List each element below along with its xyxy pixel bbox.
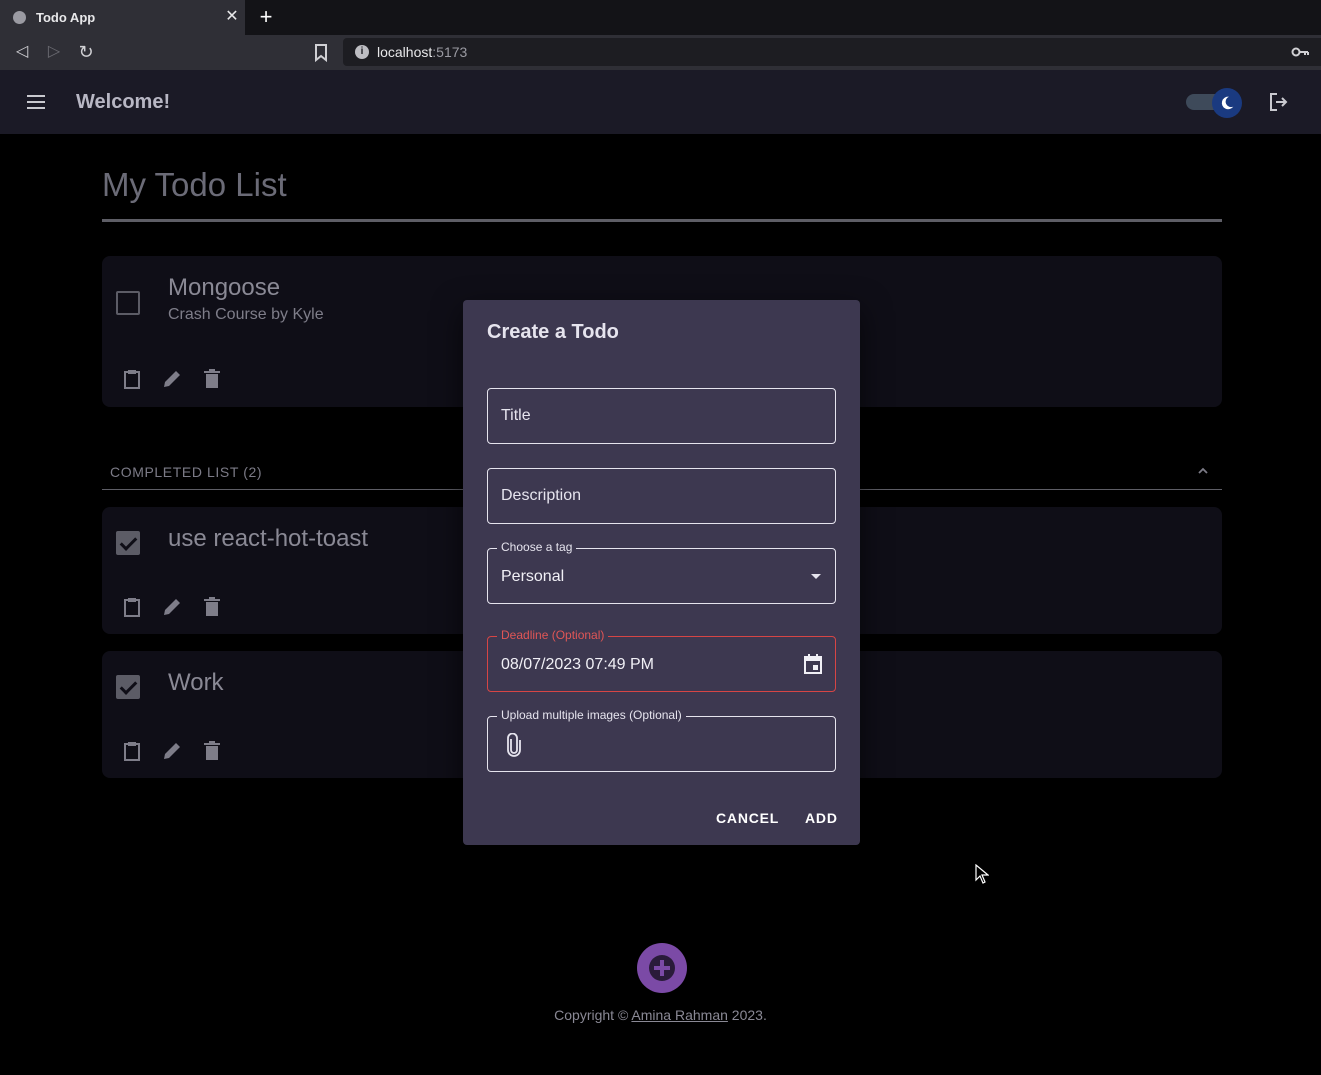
calendar-icon[interactable] bbox=[803, 653, 823, 675]
bookmark-icon[interactable] bbox=[309, 39, 333, 65]
title-placeholder: Title bbox=[501, 407, 531, 424]
mouse-cursor-icon bbox=[975, 864, 989, 884]
welcome-text: Welcome! bbox=[76, 91, 171, 113]
deadline-input[interactable]: Deadline (Optional) 08/07/2023 07:49 PM bbox=[487, 628, 836, 692]
browser-toolbar: ◁ ▷ ↻ i localhost:5173 bbox=[0, 35, 1321, 70]
tab-close-icon[interactable]: ✕ bbox=[222, 6, 242, 26]
paperclip-icon[interactable] bbox=[504, 733, 524, 757]
url-text: localhost:5173 bbox=[377, 44, 467, 60]
tab-title: Todo App bbox=[36, 10, 96, 25]
cancel-button[interactable]: CANCEL bbox=[716, 810, 779, 826]
footer: Copyright © Amina Rahman 2023. bbox=[0, 1007, 1321, 1023]
dialog-title: Create a Todo bbox=[487, 321, 619, 343]
title-divider bbox=[102, 219, 1222, 222]
todo-title: Work bbox=[168, 669, 224, 696]
globe-icon bbox=[13, 11, 26, 24]
tag-value: Personal bbox=[501, 568, 565, 585]
delete-icon[interactable] bbox=[200, 739, 224, 763]
todo-title: Mongoose bbox=[168, 274, 281, 301]
delete-icon[interactable] bbox=[200, 367, 224, 391]
forward-button[interactable]: ▷ bbox=[41, 39, 67, 65]
theme-toggle[interactable] bbox=[1186, 88, 1246, 118]
key-icon[interactable] bbox=[1291, 44, 1309, 60]
todo-title: use react-hot-toast bbox=[168, 525, 369, 552]
deadline-value: 08/07/2023 07:49 PM bbox=[501, 656, 655, 673]
todo-description: Crash Course by Kyle bbox=[168, 306, 324, 323]
clipboard-icon[interactable] bbox=[120, 367, 144, 391]
description-input[interactable]: Description bbox=[487, 468, 836, 524]
caret-down-icon bbox=[811, 574, 821, 579]
clipboard-icon[interactable] bbox=[120, 739, 144, 763]
edit-icon[interactable] bbox=[160, 739, 184, 763]
reload-button[interactable]: ↻ bbox=[73, 39, 99, 65]
todo-actions bbox=[120, 739, 224, 763]
site-info-icon[interactable]: i bbox=[355, 45, 369, 59]
browser-tab[interactable]: Todo App ✕ bbox=[0, 0, 245, 35]
image-upload-input[interactable]: Upload multiple images (Optional) bbox=[487, 708, 836, 772]
todo-checkbox-checked[interactable] bbox=[116, 531, 140, 555]
deadline-label: Deadline (Optional) bbox=[497, 628, 609, 642]
author-link[interactable]: Amina Rahman bbox=[631, 1007, 728, 1023]
page-title: My Todo List bbox=[102, 166, 287, 203]
footer-prefix: Copyright © bbox=[554, 1007, 632, 1023]
app-bar: Welcome! bbox=[0, 70, 1321, 134]
completed-list-label: COMPLETED LIST (2) bbox=[110, 464, 263, 480]
edit-icon[interactable] bbox=[160, 367, 184, 391]
title-input[interactable]: Title bbox=[487, 388, 836, 444]
chevron-up-icon[interactable] bbox=[1194, 462, 1212, 480]
todo-checkbox-checked[interactable] bbox=[116, 675, 140, 699]
browser-tab-strip: Todo App ✕ + bbox=[0, 0, 1321, 35]
logout-icon[interactable] bbox=[1266, 90, 1290, 114]
todo-actions bbox=[120, 595, 224, 619]
edit-icon[interactable] bbox=[160, 595, 184, 619]
upload-label: Upload multiple images (Optional) bbox=[497, 708, 686, 722]
plus-icon bbox=[649, 955, 675, 981]
todo-actions bbox=[120, 367, 224, 391]
moon-icon bbox=[1212, 88, 1242, 118]
new-tab-button[interactable]: + bbox=[255, 5, 277, 29]
footer-suffix: 2023. bbox=[727, 1007, 767, 1023]
todo-checkbox[interactable] bbox=[116, 291, 140, 315]
delete-icon[interactable] bbox=[200, 595, 224, 619]
url-host: localhost bbox=[377, 44, 433, 60]
url-bar[interactable]: i localhost:5173 bbox=[343, 38, 1321, 66]
tag-label: Choose a tag bbox=[497, 540, 577, 554]
url-port: :5173 bbox=[432, 44, 468, 60]
tag-select[interactable]: Choose a tag Personal bbox=[487, 540, 836, 604]
add-button[interactable]: ADD bbox=[805, 810, 838, 826]
back-button[interactable]: ◁ bbox=[9, 39, 35, 65]
clipboard-icon[interactable] bbox=[120, 595, 144, 619]
description-placeholder: Description bbox=[501, 487, 582, 504]
menu-icon[interactable] bbox=[24, 91, 48, 113]
create-todo-dialog: Create a Todo Title Description Choose a… bbox=[463, 300, 860, 845]
add-todo-button[interactable] bbox=[637, 943, 687, 993]
